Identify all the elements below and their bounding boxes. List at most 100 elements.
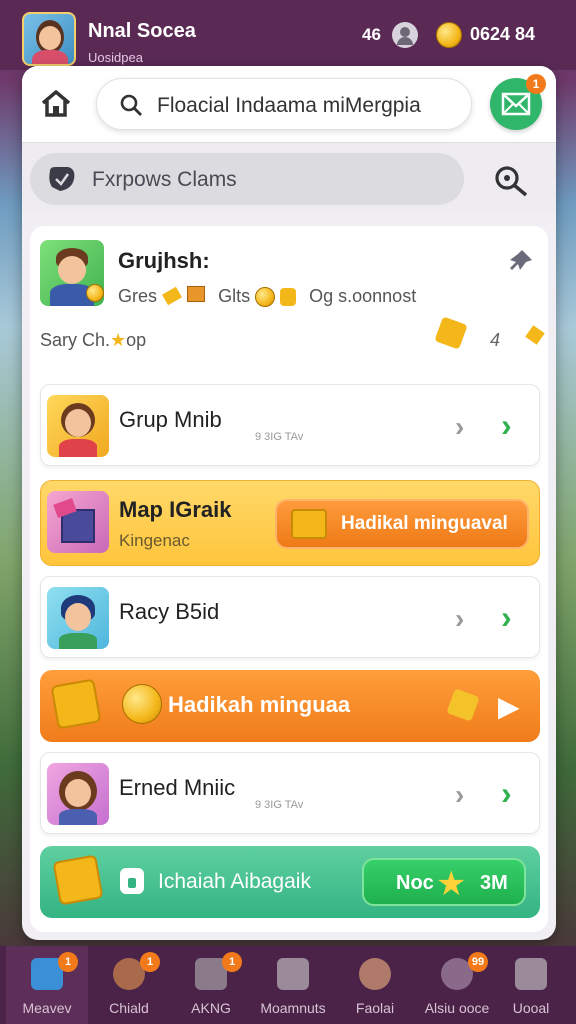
- list-item[interactable]: Racy B5id › ›: [40, 576, 540, 658]
- gold-bar-icon: [162, 286, 182, 306]
- coin-icon: [436, 22, 462, 48]
- main-panel: Floacial Indaama miMergpia 1 Fxrpows Cla…: [22, 66, 556, 940]
- nav-item-phone[interactable]: Moamnuts: [252, 946, 334, 1024]
- pin-icon[interactable]: [508, 248, 534, 274]
- mail-button[interactable]: 1: [490, 74, 546, 130]
- nav-label: Chiald: [109, 1000, 149, 1016]
- nav-badge: 1: [140, 952, 160, 972]
- nav-label: Faolai: [355, 1000, 395, 1016]
- row-subtitle: 9 3IG TAv: [255, 431, 304, 443]
- promo-subtitle: Kingenac: [119, 531, 190, 550]
- chevron-right-icon: ›: [455, 411, 465, 442]
- collect-button-value: 3M: [480, 872, 508, 894]
- star-icon: ★: [110, 330, 127, 350]
- nav-item-lock[interactable]: Uooal: [490, 946, 572, 1024]
- profile-stats: Gres Glts Og s.oonnost: [118, 286, 417, 308]
- mail-badge: 1: [526, 74, 546, 94]
- promo-orange[interactable]: Hadikah minguaa ▶: [40, 670, 540, 742]
- nav-item-globe[interactable]: 99 Alsiu ooce: [416, 946, 498, 1024]
- nav-item-avatar[interactable]: 1 Chiald: [88, 946, 170, 1024]
- nav-item-camera[interactable]: 1 AKNG: [170, 946, 252, 1024]
- nav-badge: 99: [468, 952, 488, 972]
- stat-row-label: Sary Ch.: [40, 330, 111, 350]
- nav-label: Alsiu ooce: [424, 1000, 490, 1016]
- list-item[interactable]: Erned Mniic 9 3IG TAv › ›: [40, 752, 540, 834]
- row-avatar: [47, 587, 109, 649]
- star-icon: ★: [436, 865, 467, 903]
- chest-icon: [187, 286, 206, 302]
- bottom-nav: 1 Meavev 1 Chiald 1 AKNG Moamnuts Faolai…: [0, 946, 576, 1024]
- gem-icon: [525, 325, 545, 345]
- claim-button[interactable]: Hadikal minguaval: [275, 499, 529, 549]
- row-title: Erned Mniic: [119, 775, 236, 800]
- filter-bar: Fxrpows Clams: [22, 142, 556, 212]
- search-icon: [119, 93, 143, 117]
- stat-label-c: Og s.oonnost: [309, 286, 417, 306]
- stat-row-label-b: op: [126, 330, 147, 350]
- stat-label-a: Gres: [118, 286, 158, 306]
- nav-label: Moamnuts: [260, 1000, 326, 1016]
- promo-green-text: Ichaiah Aibagaik: [158, 870, 311, 893]
- profile-name: Grujhsh:: [118, 248, 210, 273]
- promo-orange-text: Hadikah minguaa: [168, 692, 351, 717]
- collect-button[interactable]: Noc ★ 3M: [362, 858, 526, 906]
- coin-balance: 0624 84: [470, 24, 536, 44]
- coin-icon: [122, 684, 162, 724]
- promo-green[interactable]: Ichaiah Aibagaik Noc ★ 3M: [40, 846, 540, 918]
- chevron-right-icon: ›: [455, 779, 465, 810]
- face-icon: [359, 958, 391, 990]
- home-icon[interactable]: [38, 86, 74, 122]
- chevron-right-green-icon[interactable]: ›: [501, 775, 512, 812]
- user-avatar[interactable]: [22, 12, 76, 66]
- zoom-search-icon[interactable]: [492, 163, 532, 197]
- filter-label: Fxrpows Clams: [92, 168, 237, 191]
- promo-title: Map IGraik: [119, 497, 232, 522]
- chevron-right-icon: ›: [455, 603, 465, 634]
- gem-icon: [434, 316, 468, 350]
- top-bar: Nnal Socea Uosidpea 46 0624 84: [0, 0, 576, 70]
- content-card: Grujhsh: Gres Glts Og s.oonnost Sary Ch.…: [30, 226, 548, 932]
- row-title: Racy B5id: [119, 599, 220, 624]
- tag-icon: [46, 165, 78, 193]
- claim-button-label: Hadikal minguaval: [341, 513, 508, 534]
- gem-icon: [446, 688, 480, 722]
- stat-count: 4: [490, 330, 501, 350]
- row-avatar: [47, 395, 109, 457]
- gold-chest-icon: [52, 854, 104, 906]
- bag-icon: [280, 288, 297, 307]
- lock-icon: [515, 958, 547, 990]
- gift-box-icon: [47, 491, 109, 553]
- user-subname: Uosidpea: [88, 50, 143, 65]
- nav-badge: 1: [58, 952, 78, 972]
- stat-label-b: Glts: [218, 286, 251, 306]
- row-title: Grup Mnib: [119, 407, 222, 432]
- phone-icon: [277, 958, 309, 990]
- stat-row: Sary Ch.★op: [40, 330, 146, 351]
- nav-label: Meavev: [22, 1000, 72, 1016]
- chevron-right-green-icon[interactable]: ›: [501, 407, 512, 444]
- level-value: 46: [362, 25, 381, 44]
- profile-avatar[interactable]: [40, 240, 104, 306]
- gold-chest-icon: [291, 509, 327, 539]
- row-subtitle: 9 3IG TAv: [255, 799, 304, 811]
- coin-icon: [255, 287, 276, 308]
- row-avatar: [47, 763, 109, 825]
- username: Nnal Socea: [88, 20, 196, 42]
- chevron-right-green-icon[interactable]: ›: [501, 599, 512, 636]
- nav-item-home[interactable]: 1 Meavev: [6, 946, 88, 1024]
- list-item[interactable]: Grup Mnib 9 3IG TAv › ›: [40, 384, 540, 466]
- panel-header: Floacial Indaama miMergpia 1: [22, 66, 556, 142]
- nav-badge: 1: [222, 952, 242, 972]
- nav-item-face[interactable]: Faolai: [334, 946, 416, 1024]
- user-icon[interactable]: [392, 22, 418, 48]
- filter-button[interactable]: Fxrpows Clams: [30, 153, 464, 205]
- nav-label: AKNG: [191, 1000, 231, 1016]
- nav-label: Uooal: [512, 1000, 550, 1016]
- play-icon[interactable]: ▶: [498, 690, 520, 723]
- collect-button-label: Noc: [396, 872, 434, 894]
- promo-yellow[interactable]: Map IGraik Kingenac Hadikal minguaval: [40, 480, 540, 566]
- search-input[interactable]: Floacial Indaama miMergpia: [157, 94, 421, 118]
- gold-chest-icon: [50, 678, 102, 730]
- lock-icon: [120, 868, 144, 894]
- search-bar[interactable]: Floacial Indaama miMergpia: [96, 78, 472, 130]
